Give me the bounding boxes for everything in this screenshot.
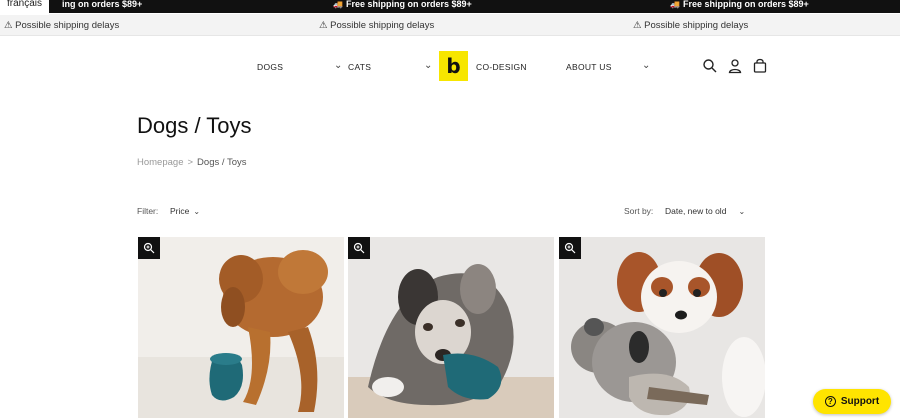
- zoom-icon[interactable]: [559, 237, 581, 259]
- support-chat-button[interactable]: ? Support: [813, 389, 891, 414]
- product-image[interactable]: [138, 237, 344, 418]
- nav-item-about-us[interactable]: ABOUT US: [566, 62, 612, 72]
- shipping-delay-notice: ⚠ Possible shipping delays: [633, 20, 749, 31]
- product-card[interactable]: [138, 237, 344, 418]
- chevron-down-icon: ⌄: [738, 207, 746, 216]
- product-image[interactable]: [348, 237, 554, 418]
- announcement-bar: ing on orders $89+ 🚚 Free shipping on ord…: [0, 0, 900, 13]
- breadcrumb-home-link[interactable]: Homepage: [137, 157, 183, 168]
- chevron-down-icon: ⌄: [193, 207, 201, 216]
- shipping-delay-notice: ⚠ Possible shipping delays: [4, 20, 120, 31]
- shipping-delay-notice: ⚠ Possible shipping delays: [319, 20, 435, 31]
- nav-item-cats[interactable]: CATS: [348, 62, 371, 72]
- chevron-down-icon[interactable]: ⌄: [642, 60, 650, 71]
- cart-icon[interactable]: [752, 58, 768, 74]
- brand-logo[interactable]: b: [439, 51, 468, 81]
- price-filter-button[interactable]: Price ⌄: [170, 206, 200, 216]
- shipping-message: 🚚 Free shipping on orders $89+: [333, 0, 472, 9]
- product-card[interactable]: [559, 237, 765, 418]
- support-label: Support: [840, 396, 880, 407]
- sort-label: Sort by:: [624, 206, 654, 216]
- zoom-icon[interactable]: [348, 237, 370, 259]
- filter-label: Filter:: [137, 206, 159, 216]
- search-icon[interactable]: [702, 58, 718, 74]
- language-switcher[interactable]: français: [0, 0, 50, 15]
- product-image[interactable]: [559, 237, 765, 418]
- shipping-message: ing on orders $89+: [62, 0, 143, 9]
- truck-icon: 🚚: [333, 0, 343, 9]
- notice-bar: ⚠ Possible shipping delays ⚠ Possible sh…: [0, 14, 900, 36]
- chevron-down-icon[interactable]: ⌄: [334, 60, 342, 71]
- breadcrumb: Homepage > Dogs / Toys: [137, 157, 247, 168]
- sort-select[interactable]: Date, new to old ⌄: [665, 206, 745, 216]
- breadcrumb-current: Dogs / Toys: [197, 157, 247, 168]
- chevron-down-icon[interactable]: ⌄: [424, 60, 432, 71]
- truck-icon: 🚚: [670, 0, 680, 9]
- breadcrumb-separator: >: [187, 157, 194, 168]
- product-card[interactable]: [348, 237, 554, 418]
- nav-item-co-design[interactable]: CO-DESIGN: [476, 62, 527, 72]
- site-header: DOGS ⌄ CATS ⌄ b CO-DESIGN ABOUT US ⌄: [0, 36, 900, 96]
- help-icon: ?: [824, 396, 836, 407]
- zoom-icon[interactable]: [138, 237, 160, 259]
- page-title: Dogs / Toys: [137, 113, 252, 138]
- account-icon[interactable]: [727, 58, 743, 74]
- shipping-message: 🚚 Free shipping on orders $89+: [670, 0, 809, 9]
- nav-item-dogs[interactable]: DOGS: [257, 62, 283, 72]
